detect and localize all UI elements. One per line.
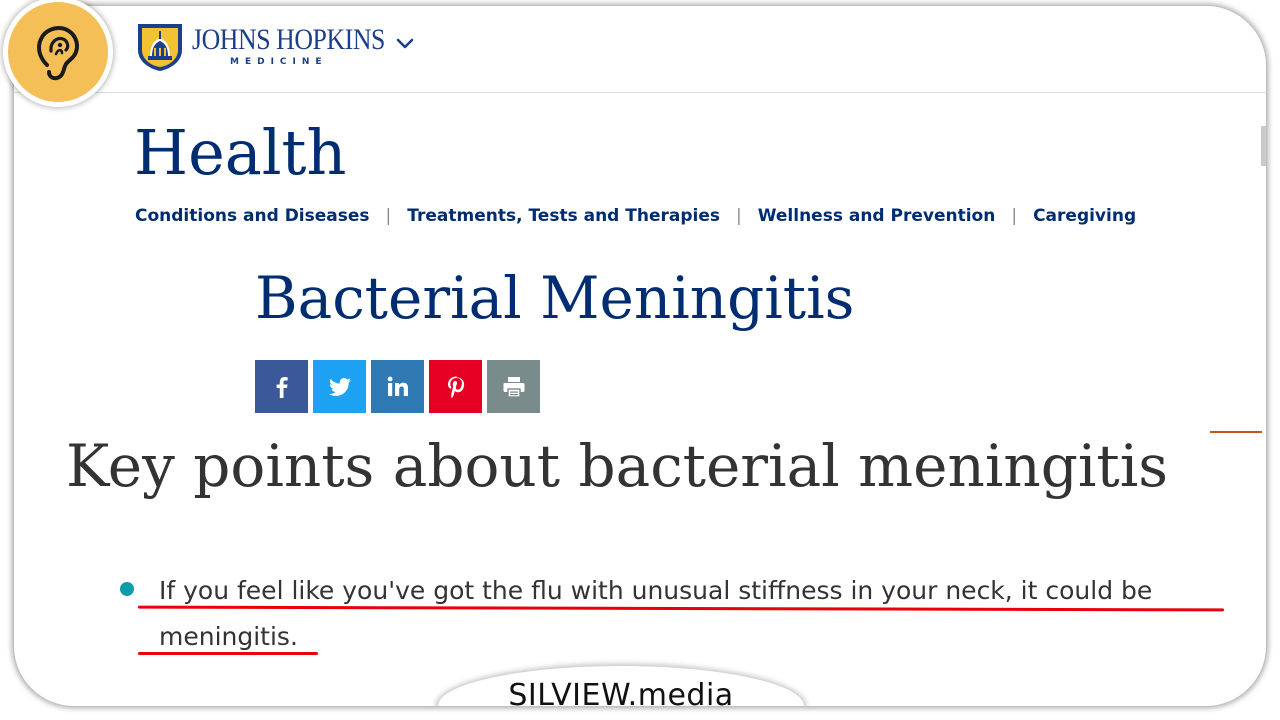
print-button[interactable] — [487, 360, 540, 413]
ear-icon — [37, 26, 79, 81]
pinterest-icon — [447, 376, 464, 398]
watermark-badge: SILVIEW.media — [438, 666, 804, 706]
logo-name: JOHNS HOPKINS — [192, 23, 385, 56]
facebook-icon — [276, 376, 288, 398]
bullet-dot — [120, 582, 134, 596]
nav-conditions-and-diseases[interactable]: Conditions and Diseases — [135, 206, 370, 226]
print-icon — [503, 376, 524, 398]
scrollbar-thumb[interactable] — [1261, 126, 1266, 166]
health-nav: Conditions and Diseases | Treatments, Te… — [135, 206, 1136, 226]
red-underline-annotation — [138, 652, 318, 655]
site-header: JOHNS HOPKINS MEDICINE — [14, 6, 1266, 93]
nav-treatments-tests-therapies[interactable]: Treatments, Tests and Therapies — [407, 206, 720, 226]
share-pinterest-button[interactable] — [429, 360, 482, 413]
bullet-item: If you feel like you've got the flu with… — [159, 576, 1153, 651]
johns-hopkins-logo[interactable]: JOHNS HOPKINS MEDICINE — [134, 16, 416, 76]
key-points-heading: Key points about bacterial meningitis — [66, 432, 1169, 500]
nav-separator: | — [1011, 206, 1018, 226]
ear-badge — [8, 2, 108, 102]
chevron-down-icon[interactable] — [394, 32, 416, 54]
page-frame: JOHNS HOPKINS MEDICINE Health Conditions… — [14, 6, 1266, 706]
nav-separator: | — [385, 206, 392, 226]
share-twitter-button[interactable] — [313, 360, 366, 413]
nav-caregiving[interactable]: Caregiving — [1033, 206, 1136, 226]
twitter-icon — [328, 377, 351, 396]
linkedin-icon — [387, 376, 408, 396]
share-facebook-button[interactable] — [255, 360, 308, 413]
page-title: Bacterial Meningitis — [255, 264, 855, 332]
nav-wellness-and-prevention[interactable]: Wellness and Prevention — [758, 206, 996, 226]
watermark-text: SILVIEW.media — [508, 678, 734, 706]
side-divider — [1210, 431, 1262, 433]
dome-shield-icon — [138, 24, 182, 71]
nav-separator: | — [736, 206, 742, 226]
section-title[interactable]: Health — [134, 116, 346, 190]
logo-subtitle: MEDICINE — [230, 57, 328, 67]
share-linkedin-button[interactable] — [371, 360, 424, 413]
share-bar — [255, 360, 540, 413]
